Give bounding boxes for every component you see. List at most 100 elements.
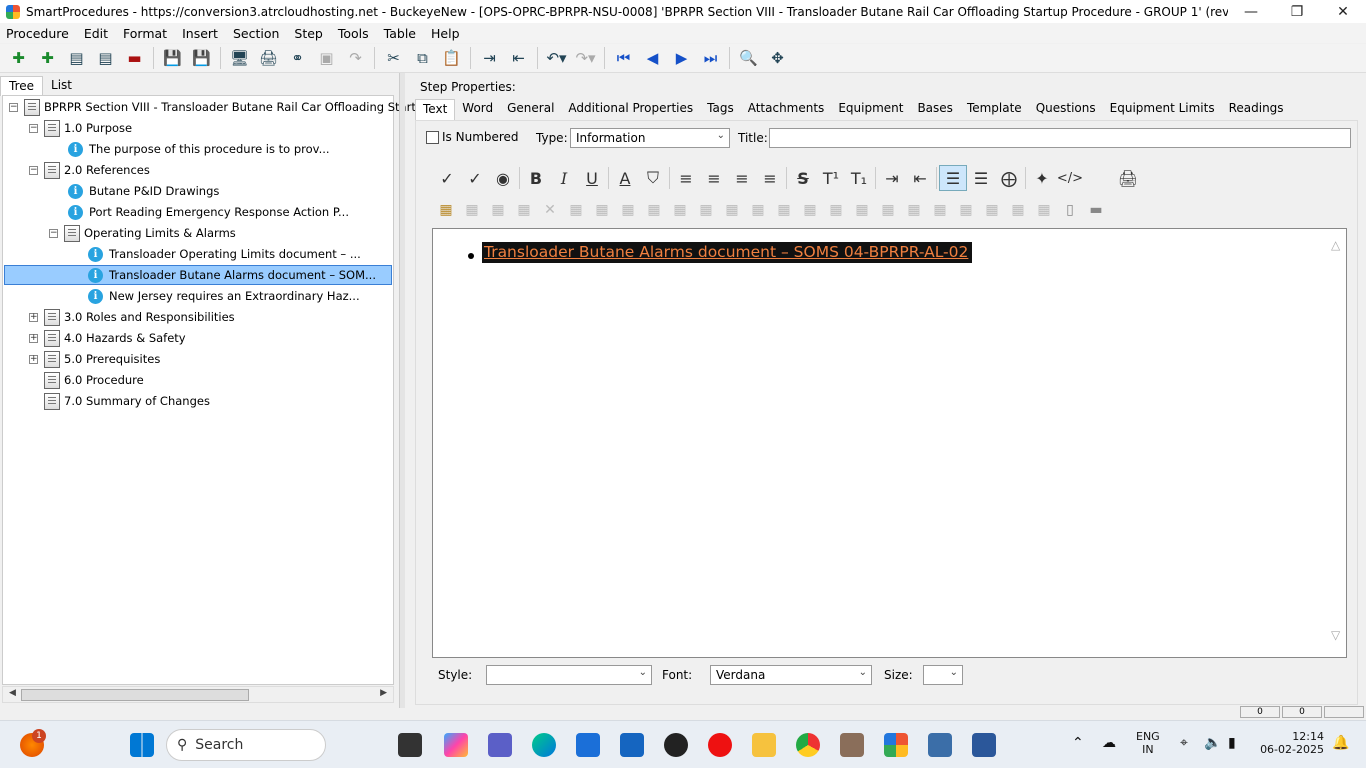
tab-equipment[interactable]: Equipment bbox=[831, 99, 910, 120]
indent-icon[interactable]: ⇥ bbox=[475, 46, 504, 70]
type-select[interactable]: Information ⌄ bbox=[570, 128, 730, 148]
outdent-block-icon[interactable]: ▤ bbox=[91, 46, 120, 70]
tree-expander[interactable]: − bbox=[29, 124, 38, 133]
next-icon[interactable]: ▶ bbox=[667, 46, 696, 70]
notification-bell-icon[interactable]: 🔔 bbox=[1332, 735, 1349, 751]
strikethrough-icon[interactable]: S bbox=[789, 165, 817, 191]
tab-questions[interactable]: Questions bbox=[1029, 99, 1103, 120]
tree-expander[interactable]: − bbox=[49, 229, 58, 238]
maximize-button[interactable]: ❐ bbox=[1274, 0, 1320, 23]
copilot-icon[interactable] bbox=[444, 733, 468, 757]
add-icon[interactable]: ✚ bbox=[4, 46, 33, 70]
menu-insert[interactable]: Insert bbox=[182, 26, 218, 41]
menu-tools[interactable]: Tools bbox=[338, 26, 369, 41]
find-icon[interactable]: 🔍 bbox=[734, 46, 763, 70]
tab-tree[interactable]: Tree bbox=[0, 76, 44, 96]
table-tool-icon[interactable]: ▦ bbox=[797, 202, 823, 218]
is-numbered-checkbox[interactable] bbox=[426, 131, 439, 144]
increase-indent-icon[interactable]: ⇥ bbox=[878, 165, 906, 191]
tab-word[interactable]: Word bbox=[455, 99, 500, 120]
redo-step-icon[interactable]: ↷ bbox=[341, 46, 370, 70]
table-tool-icon[interactable]: ▦ bbox=[745, 202, 771, 218]
justify-icon[interactable]: ≡ bbox=[756, 165, 784, 191]
tree-expander[interactable]: + bbox=[29, 313, 38, 322]
spellcheck-icon[interactable]: ✓ bbox=[433, 165, 461, 191]
table-tool-icon[interactable]: ▦ bbox=[719, 202, 745, 218]
table-tool-icon[interactable]: ▦ bbox=[641, 202, 667, 218]
cell-tool-icon[interactable]: ▬ bbox=[1083, 202, 1109, 218]
tree-expander[interactable]: + bbox=[29, 334, 38, 343]
editor-text[interactable]: Transloader Butane Alarms document – SOM… bbox=[482, 242, 973, 263]
table-tool-icon[interactable]: ▦ bbox=[693, 202, 719, 218]
table-tool-icon[interactable]: ▦ bbox=[563, 202, 589, 218]
tree-node[interactable]: i Port Reading Emergency Response Action … bbox=[68, 202, 349, 222]
last-icon[interactable]: ⏭ bbox=[696, 46, 725, 70]
outdent-icon[interactable]: ⇤ bbox=[504, 46, 533, 70]
volume-icon[interactable]: 🔈 bbox=[1204, 735, 1221, 751]
table-tool-icon[interactable]: ✕ bbox=[537, 202, 563, 218]
align-right-icon[interactable]: ≡ bbox=[728, 165, 756, 191]
remove-icon[interactable]: ▬ bbox=[120, 46, 149, 70]
tree-expander[interactable]: + bbox=[29, 355, 38, 364]
save-icon[interactable]: 💾 bbox=[187, 46, 216, 70]
tab-list[interactable]: List bbox=[43, 76, 80, 96]
window-icon[interactable]: ▣ bbox=[312, 46, 341, 70]
table-tool-icon[interactable]: ▦ bbox=[901, 202, 927, 218]
undo-icon[interactable]: ↶▾ bbox=[542, 46, 571, 70]
tree-node[interactable]: 4.0 Hazards & Safety bbox=[44, 328, 186, 348]
magic-wand-icon[interactable]: ✦ bbox=[1028, 165, 1056, 191]
tab-template[interactable]: Template bbox=[960, 99, 1029, 120]
chrome-icon[interactable] bbox=[796, 733, 820, 757]
word-icon[interactable] bbox=[972, 733, 996, 757]
tree-expander[interactable]: − bbox=[9, 103, 18, 112]
font-select[interactable]: Verdana ⌄ bbox=[710, 665, 872, 685]
table-tool-icon[interactable]: ▦ bbox=[615, 202, 641, 218]
print-icon[interactable]: 🖨 bbox=[254, 46, 283, 70]
align-center-icon[interactable]: ≡ bbox=[700, 165, 728, 191]
edge-icon[interactable] bbox=[532, 733, 556, 757]
tab-general[interactable]: General bbox=[500, 99, 561, 120]
tree-node[interactable]: 7.0 Summary of Changes bbox=[44, 391, 210, 411]
smartprocedures-icon[interactable] bbox=[884, 733, 908, 757]
tab-additional-properties[interactable]: Additional Properties bbox=[561, 99, 700, 120]
size-select[interactable]: ⌄ bbox=[923, 665, 963, 685]
indent-block-icon[interactable]: ▤ bbox=[62, 46, 91, 70]
add-child-icon[interactable]: ✚ bbox=[33, 46, 62, 70]
menu-format[interactable]: Format bbox=[123, 26, 167, 41]
tab-bases[interactable]: Bases bbox=[910, 99, 959, 120]
table-tool-icon[interactable]: ▦ bbox=[849, 202, 875, 218]
previous-icon[interactable]: ◀ bbox=[638, 46, 667, 70]
table-tool-icon[interactable]: ▦ bbox=[511, 202, 537, 218]
font-color-icon[interactable]: A bbox=[611, 165, 639, 191]
tree-expander[interactable]: − bbox=[29, 166, 38, 175]
spellcheck-all-icon[interactable]: ✓ bbox=[461, 165, 489, 191]
clock[interactable]: 12:14 06-02-2025 bbox=[1258, 730, 1324, 756]
table-tool-icon[interactable]: ▦ bbox=[1031, 202, 1057, 218]
menu-edit[interactable]: Edit bbox=[84, 26, 108, 41]
cut-icon[interactable]: ✂ bbox=[379, 46, 408, 70]
preview-icon[interactable]: 🖥 bbox=[225, 46, 254, 70]
style-select[interactable]: ⌄ bbox=[486, 665, 652, 685]
table-tool-icon[interactable]: ▦ bbox=[979, 202, 1005, 218]
link-icon[interactable]: ⚭ bbox=[283, 46, 312, 70]
tree-horizontal-scrollbar[interactable]: ◀ ▶ bbox=[2, 686, 394, 703]
tree-node[interactable]: 1.0 Purpose bbox=[44, 118, 132, 138]
insert-table-icon[interactable]: ▦ bbox=[433, 202, 459, 218]
tree-node[interactable]: i Transloader Butane Alarms document – SO… bbox=[88, 265, 376, 285]
table-tool-icon[interactable]: ▦ bbox=[459, 202, 485, 218]
superscript-icon[interactable]: T¹ bbox=[817, 165, 845, 191]
first-icon[interactable]: ⏮ bbox=[609, 46, 638, 70]
tree-node[interactable]: i The purpose of this procedure is to pro… bbox=[68, 139, 330, 159]
numbered-list-icon[interactable]: ☰ bbox=[967, 165, 995, 191]
scrollbar-thumb[interactable] bbox=[21, 689, 249, 701]
tree-node[interactable]: i Butane P&ID Drawings bbox=[68, 181, 219, 201]
paste-icon[interactable]: 📋 bbox=[437, 46, 466, 70]
tab-text[interactable]: Text bbox=[415, 99, 456, 120]
network-icon[interactable]: ☁ bbox=[1102, 735, 1116, 751]
table-tool-icon[interactable]: ▦ bbox=[1005, 202, 1031, 218]
tab-equipment-limits[interactable]: Equipment Limits bbox=[1103, 99, 1222, 120]
record-icon[interactable]: ◉ bbox=[489, 165, 517, 191]
html-source-icon[interactable]: </> bbox=[1056, 165, 1084, 191]
battery-icon[interactable]: ▮ bbox=[1228, 735, 1236, 751]
menu-procedure[interactable]: Procedure bbox=[6, 26, 69, 41]
